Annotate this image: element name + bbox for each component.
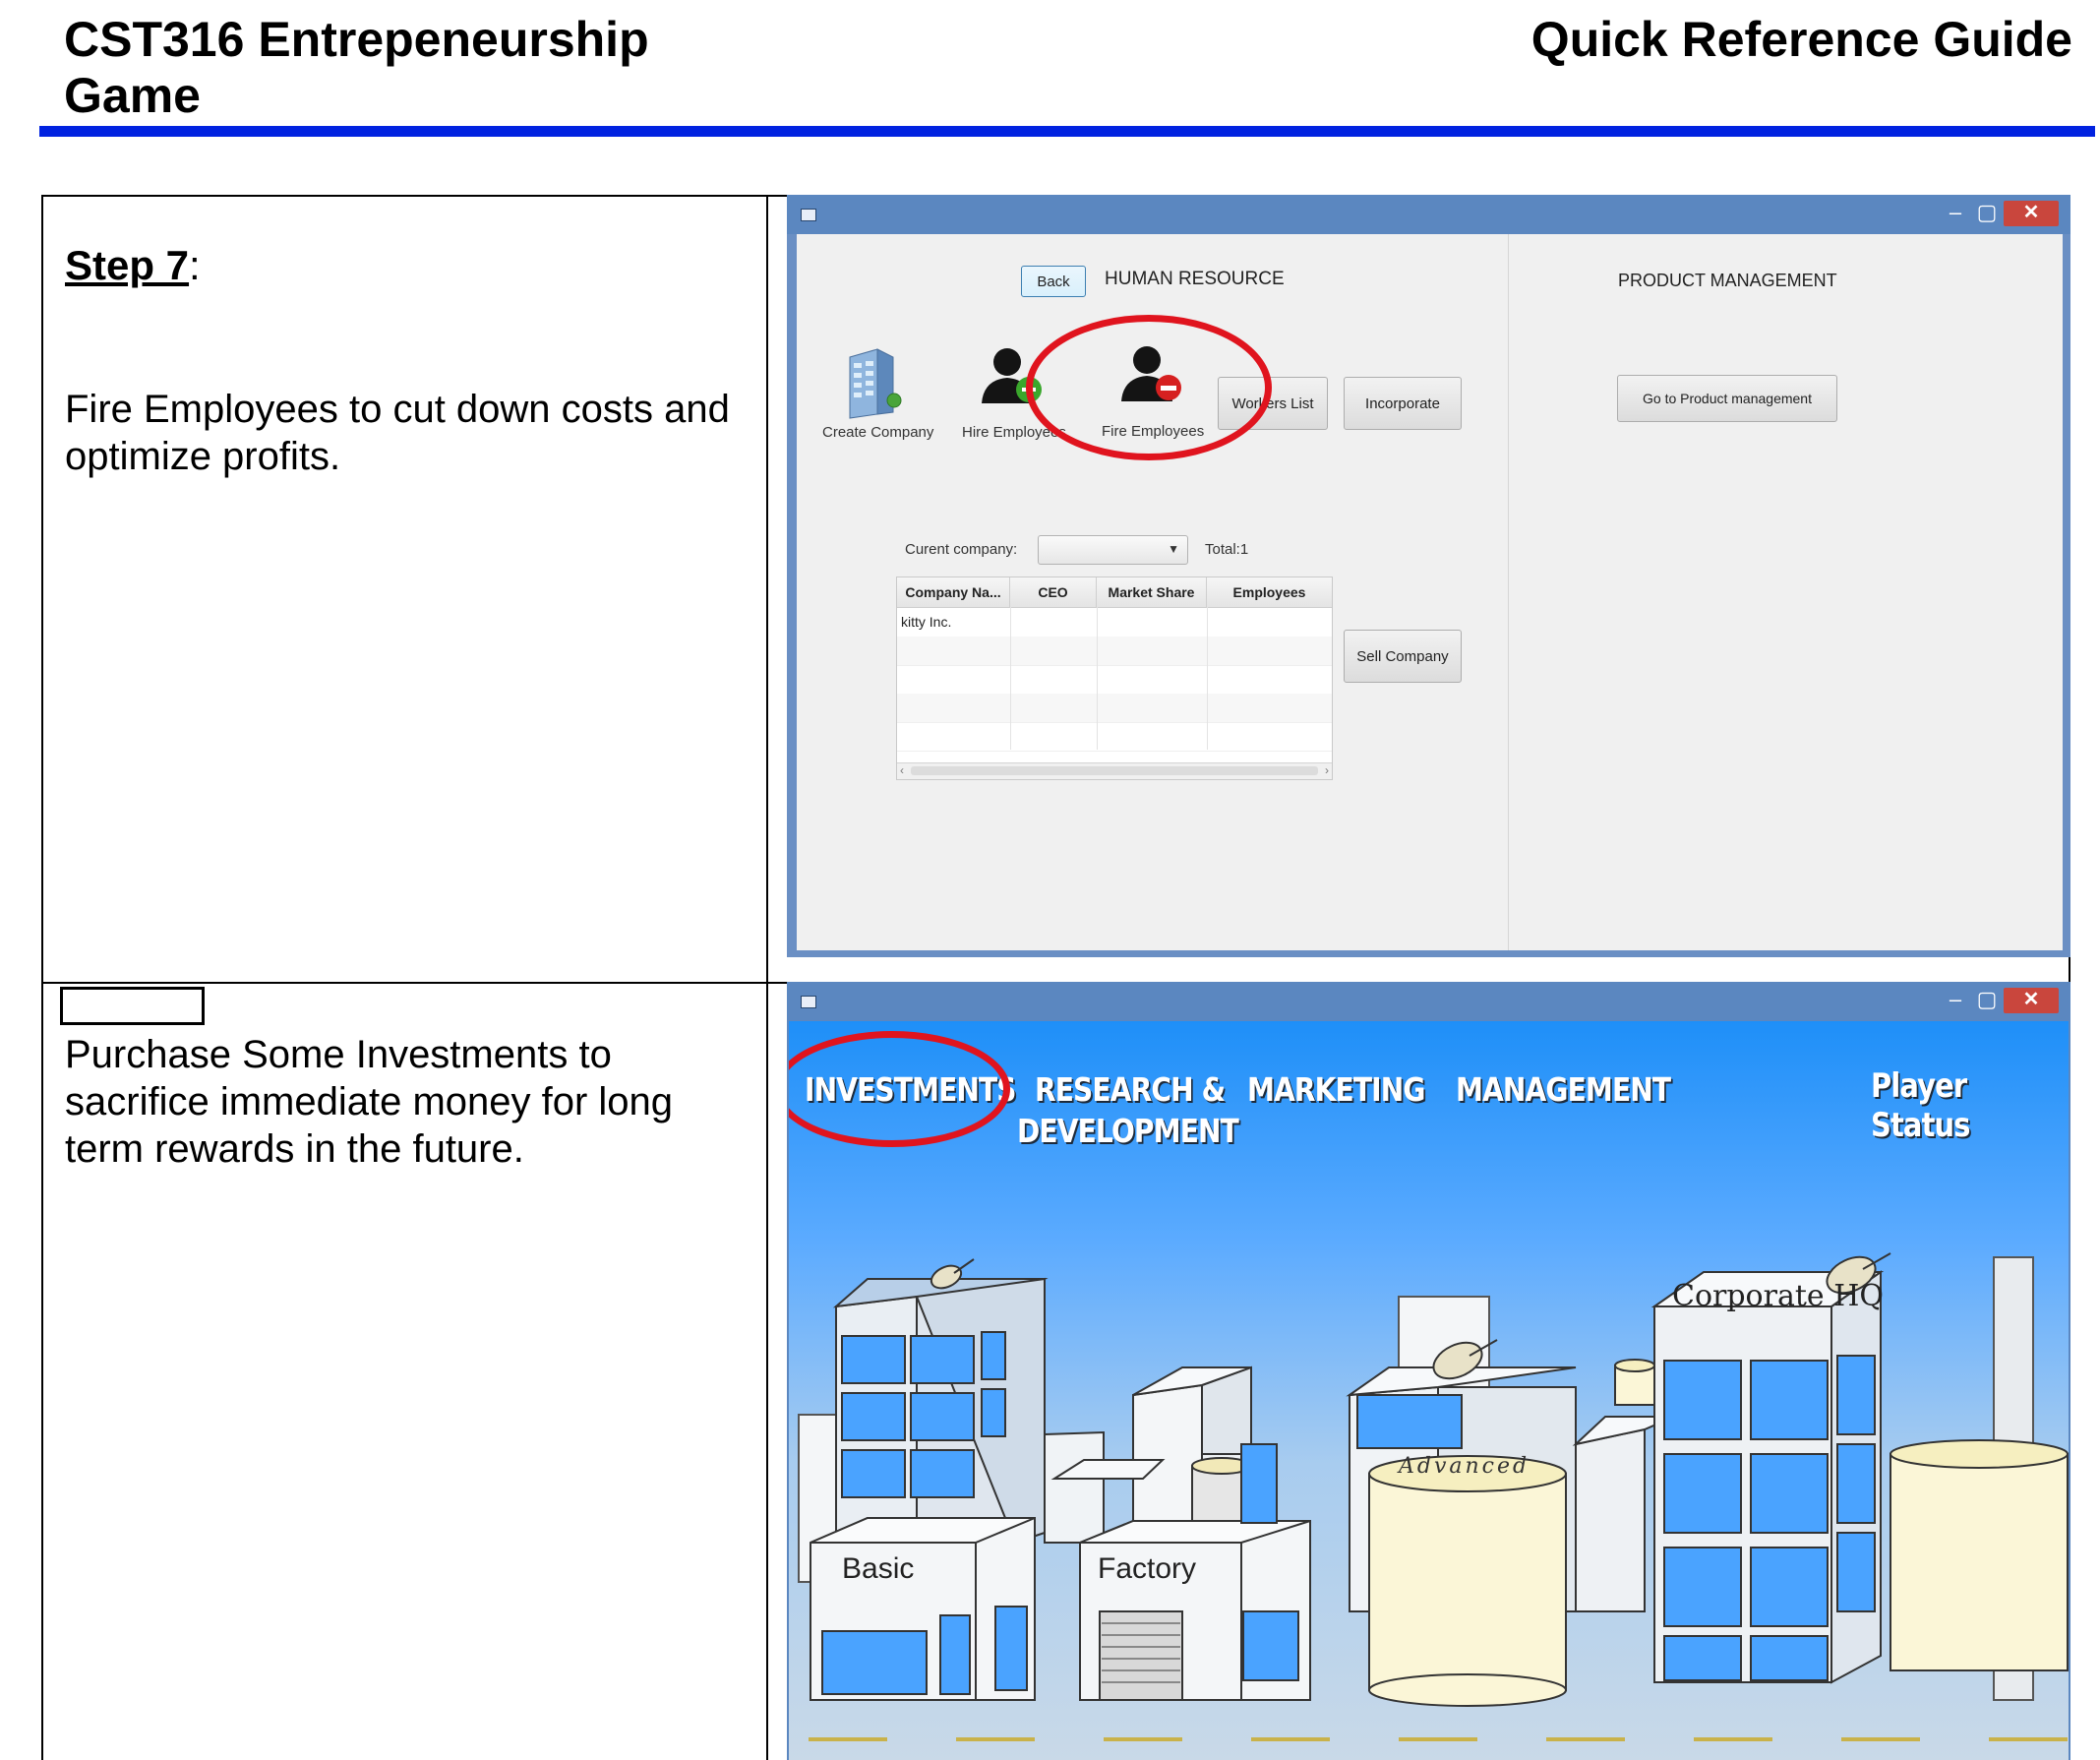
go-product-management-button[interactable]: Go to Product management: [1617, 375, 1837, 422]
column-line: [1010, 607, 1011, 750]
table-row[interactable]: kitty Inc.: [897, 608, 1332, 637]
table-header: Company Na... CEO Market Share Employees: [897, 577, 1332, 608]
current-company-select[interactable]: ▼: [1038, 535, 1188, 565]
column-header[interactable]: Company Na...: [897, 577, 1010, 607]
table-cell: kitty Inc.: [901, 614, 952, 630]
step7-heading: Step 7:: [65, 242, 201, 289]
table-row: [897, 665, 1332, 695]
maximize-icon[interactable]: ▢: [1972, 988, 2002, 1013]
column-line: [1097, 607, 1098, 750]
table-row: [897, 722, 1332, 752]
horizontal-scrollbar[interactable]: ‹ ›: [897, 762, 1332, 779]
panel-divider: [1508, 234, 1509, 950]
menu-research[interactable]: RESEARCH &: [1035, 1070, 1226, 1110]
scroll-left-icon[interactable]: ‹: [900, 763, 904, 778]
step8-label-box: [60, 987, 205, 1025]
hq-building-label: Corporate HQ: [1672, 1279, 1884, 1313]
advanced-building-label: Advanced: [1399, 1454, 1530, 1479]
product-title: PRODUCT MANAGEMENT: [1618, 271, 1837, 290]
column-header[interactable]: Market Share: [1097, 577, 1207, 607]
column-header[interactable]: CEO: [1010, 577, 1097, 607]
menu-development[interactable]: DEVELOPMENT: [1017, 1112, 1239, 1151]
city-scene: Basic Factory Corporate HQ Advanced INVE…: [789, 1021, 2069, 1760]
step8-description: Purchase Some Investments to sacrifice i…: [65, 1033, 674, 1171]
game-window-screenshot: – ▢ ✕ Basic Factory Corporate HQ Advance…: [787, 982, 2070, 1760]
document-subtitle: Quick Reference Guide: [1530, 12, 2072, 67]
current-company-label: Curent company:: [905, 541, 1018, 558]
scroll-thumb[interactable]: [911, 766, 1318, 775]
maximize-icon[interactable]: ▢: [1972, 201, 2002, 226]
hr-client-area: Back HUMAN RESOURCE PRODUCT MANAGEMENT G…: [797, 234, 2063, 950]
step7-description: Fire Employees to cut down costs and opt…: [65, 388, 730, 478]
factory-building-label: Factory: [1098, 1552, 1197, 1585]
column-line: [1207, 607, 1208, 750]
table-row: [897, 637, 1332, 666]
step7-colon: :: [189, 242, 201, 288]
column-divider: [766, 195, 768, 1760]
building-icon[interactable]: [844, 345, 903, 424]
column-header[interactable]: Employees: [1207, 577, 1332, 607]
menu-marketing[interactable]: MARKETING: [1247, 1070, 1425, 1110]
total-label: Total:1: [1205, 541, 1249, 558]
minimize-icon[interactable]: –: [1941, 988, 1970, 1013]
companies-table[interactable]: Company Na... CEO Market Share Employees…: [896, 577, 1333, 780]
chevron-down-icon: ▼: [1168, 542, 1179, 556]
document-title: CST316 Entrepeneurship Game: [64, 12, 649, 123]
close-icon[interactable]: ✕: [2004, 988, 2059, 1013]
close-icon[interactable]: ✕: [2004, 201, 2059, 226]
highlight-circle: [1026, 315, 1272, 460]
hr-title: HUMAN RESOURCE: [1105, 269, 1285, 289]
window-titlebar: – ▢ ✕: [787, 982, 2070, 1021]
minimize-icon[interactable]: –: [1941, 201, 1970, 226]
header-rule: [39, 126, 2095, 137]
step7-label: Step 7: [65, 242, 190, 288]
create-company-label: Create Company: [822, 424, 934, 441]
basic-building-label: Basic: [842, 1552, 915, 1585]
app-icon: [801, 209, 816, 221]
menu-management[interactable]: MANAGEMENT: [1456, 1070, 1671, 1110]
menu-player-status[interactable]: Player Status: [1871, 1066, 2039, 1145]
table-row: [897, 694, 1332, 723]
app-icon: [801, 996, 816, 1008]
sell-company-button[interactable]: Sell Company: [1344, 630, 1462, 683]
window-titlebar: – ▢ ✕: [787, 195, 2070, 234]
hr-window-screenshot: – ▢ ✕ Back HUMAN RESOURCE PRODUCT MANAGE…: [787, 195, 2070, 957]
incorporate-button[interactable]: Incorporate: [1344, 377, 1462, 430]
back-button[interactable]: Back: [1021, 266, 1086, 297]
scroll-right-icon[interactable]: ›: [1325, 763, 1329, 778]
